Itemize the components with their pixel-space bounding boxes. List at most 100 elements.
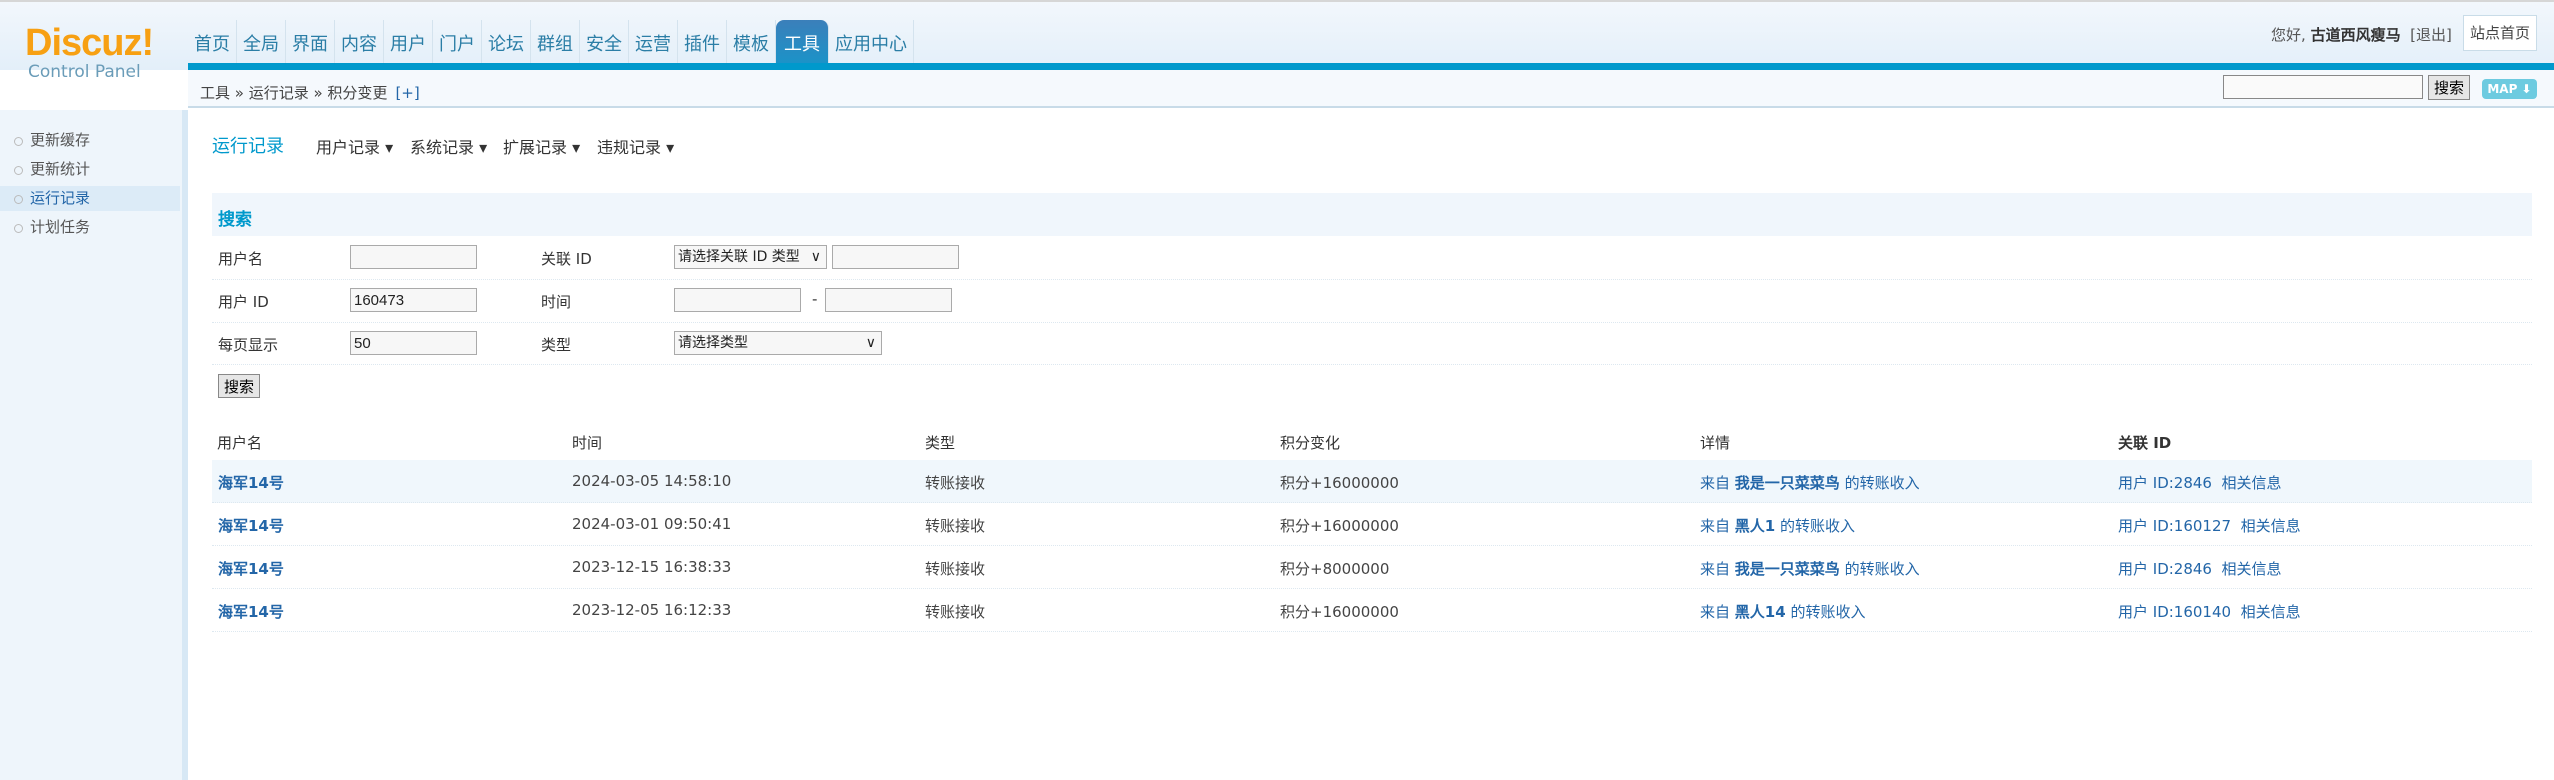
page-title: 运行记录 <box>212 136 284 157</box>
greeting: 您好, <box>2271 26 2306 44</box>
related-info-link[interactable]: 相关信息 <box>2241 603 2301 621</box>
nav-tab[interactable]: 应用中心 <box>829 20 914 64</box>
nav-tab[interactable]: 运营 <box>629 20 678 64</box>
row-username-link[interactable]: 海军14号 <box>218 472 284 493</box>
breadcrumb-path: 工具 » 运行记录 » 积分变更 <box>200 84 388 102</box>
row-type: 转账接收 <box>925 517 986 535</box>
nav-tab[interactable]: 全局 <box>237 20 286 64</box>
submenu-extension-records[interactable]: 扩展记录 ▾ <box>503 134 580 158</box>
row-relid: 用户 ID:160127 相关信息 <box>2118 515 2301 536</box>
relid-type-value: 请选择关联 ID 类型 <box>678 249 800 265</box>
col-header-time: 时间 <box>572 434 603 452</box>
row-detail: 来自 我是一只菜菜鸟 的转账收入 <box>1700 472 1920 493</box>
row-type: 转账接收 <box>925 603 986 621</box>
row-relid: 用户 ID:2846 相关信息 <box>2118 472 2282 493</box>
search-section-header: 搜索 <box>212 193 2532 236</box>
logout-link[interactable]: [退出] <box>2410 26 2452 44</box>
nav-tab[interactable]: 论坛 <box>482 20 531 64</box>
nav-tab[interactable]: 界面 <box>286 20 335 64</box>
table-row: 海军14号 2024-03-05 14:58:10 转账接收 积分+160000… <box>212 460 2532 503</box>
col-header-username: 用户名 <box>217 434 263 452</box>
relid-value[interactable]: 用户 ID:2846 <box>2118 474 2212 492</box>
col-header-type: 类型 <box>925 434 956 452</box>
detail-text: 的转账收入 <box>1790 603 1866 621</box>
relid-label: 关联 ID <box>541 250 592 268</box>
top-search-input[interactable] <box>2223 75 2423 99</box>
search-submit-button[interactable]: 搜索 <box>218 374 260 398</box>
detail-from: 来自 <box>1700 560 1731 578</box>
relid-input[interactable] <box>832 245 959 269</box>
row-time: 2023-12-05 16:12:33 <box>572 601 732 619</box>
nav-tab[interactable]: 门户 <box>433 20 482 64</box>
add-shortcut-link[interactable]: [+] <box>395 84 419 102</box>
user-info: 您好, 古道西风瘦马 [退出] <box>2271 24 2452 45</box>
related-info-link[interactable]: 相关信息 <box>2222 560 2282 578</box>
table-row: 海军14号 2023-12-15 16:38:33 转账接收 积分+800000… <box>212 546 2532 589</box>
time-from-input[interactable] <box>674 288 801 312</box>
related-info-link[interactable]: 相关信息 <box>2222 474 2282 492</box>
username: 古道西风瘦马 <box>2310 26 2401 44</box>
time-dash: - <box>812 290 818 308</box>
row-change: 积分+16000000 <box>1280 603 1399 621</box>
submenu-user-records[interactable]: 用户记录 ▾ <box>316 134 393 158</box>
row-detail: 来自 黑人14 的转账收入 <box>1700 601 1865 622</box>
nav-tab[interactable]: 模板 <box>727 20 776 64</box>
breadcrumb: 工具 » 运行记录 » 积分变更 [+] <box>200 82 420 103</box>
detail-from-user-link[interactable]: 我是一只菜菜鸟 <box>1735 474 1840 492</box>
nav-tab[interactable]: 用户 <box>384 20 433 64</box>
site-home-button[interactable]: 站点首页 <box>2463 15 2537 51</box>
username-label: 用户名 <box>218 250 264 268</box>
username-input[interactable] <box>350 245 477 269</box>
row-change: 积分+16000000 <box>1280 474 1399 492</box>
row-change: 积分+8000000 <box>1280 560 1390 578</box>
row-detail: 来自 黑人1 的转账收入 <box>1700 515 1855 536</box>
search-title: 搜索 <box>218 210 252 230</box>
row-time: 2024-03-05 14:58:10 <box>572 472 732 490</box>
nav-tab[interactable]: 群组 <box>531 20 580 64</box>
related-info-link[interactable]: 相关信息 <box>2241 517 2301 535</box>
top-search-button[interactable]: 搜索 <box>2428 75 2470 100</box>
detail-text: 的转账收入 <box>1844 560 1920 578</box>
row-relid: 用户 ID:2846 相关信息 <box>2118 558 2282 579</box>
perpage-input[interactable] <box>350 331 477 355</box>
uid-input[interactable] <box>350 288 477 312</box>
relid-value[interactable]: 用户 ID:160127 <box>2118 517 2231 535</box>
relid-value[interactable]: 用户 ID:2846 <box>2118 560 2212 578</box>
detail-from-user-link[interactable]: 黑人14 <box>1735 603 1786 621</box>
detail-from: 来自 <box>1700 474 1731 492</box>
nav-tab[interactable]: 工具 <box>776 20 829 64</box>
submenu-violation-records[interactable]: 违规记录 ▾ <box>597 134 674 158</box>
sidebar-item[interactable]: 计划任务 <box>0 215 180 240</box>
row-username-link[interactable]: 海军14号 <box>218 515 284 536</box>
detail-from-user-link[interactable]: 我是一只菜菜鸟 <box>1735 560 1840 578</box>
nav-tab[interactable]: 首页 <box>188 20 237 64</box>
table-row: 海军14号 2023-12-05 16:12:33 转账接收 积分+160000… <box>212 589 2532 632</box>
detail-from: 来自 <box>1700 517 1731 535</box>
type-value: 请选择类型 <box>678 335 748 351</box>
uid-label: 用户 ID <box>218 293 269 311</box>
col-header-detail: 详情 <box>1700 434 1731 452</box>
row-username-link[interactable]: 海军14号 <box>218 558 284 579</box>
time-label: 时间 <box>541 293 572 311</box>
table-row: 海军14号 2024-03-01 09:50:41 转账接收 积分+160000… <box>212 503 2532 546</box>
nav-tab[interactable]: 插件 <box>678 20 727 64</box>
row-time: 2023-12-15 16:38:33 <box>572 558 732 576</box>
row-relid: 用户 ID:160140 相关信息 <box>2118 601 2301 622</box>
type-label: 类型 <box>541 336 572 354</box>
relid-value[interactable]: 用户 ID:160140 <box>2118 603 2231 621</box>
nav-tab[interactable]: 内容 <box>335 20 384 64</box>
submenu-system-records[interactable]: 系统记录 ▾ <box>410 134 487 158</box>
row-username-link[interactable]: 海军14号 <box>218 601 284 622</box>
sidebar-item[interactable]: 运行记录 <box>0 186 180 211</box>
map-button[interactable]: MAP ⬇ <box>2482 79 2537 99</box>
sidebar-item[interactable]: 更新统计 <box>0 157 180 182</box>
discuz-logo[interactable]: Discuz! <box>25 22 154 65</box>
relid-type-select[interactable]: 请选择关联 ID 类型 <box>674 245 827 269</box>
divider <box>212 279 2532 280</box>
detail-from-user-link[interactable]: 黑人1 <box>1735 517 1775 535</box>
sub-header <box>188 70 2554 108</box>
type-select[interactable]: 请选择类型 <box>674 331 882 355</box>
nav-tab[interactable]: 安全 <box>580 20 629 64</box>
sidebar-item[interactable]: 更新缓存 <box>0 128 180 153</box>
time-to-input[interactable] <box>825 288 952 312</box>
